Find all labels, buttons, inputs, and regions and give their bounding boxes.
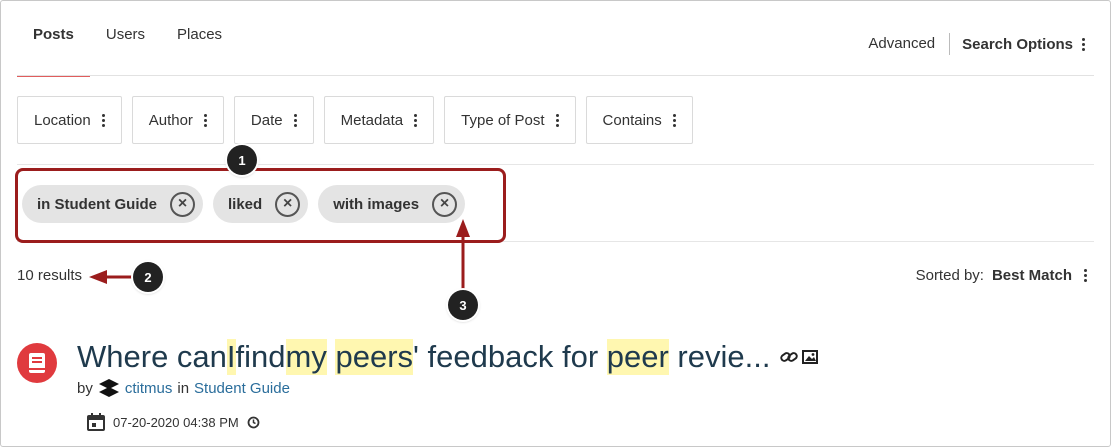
search-results-panel: Posts Users Places Advanced Search Optio… [0, 0, 1111, 447]
title-text: revie... [668, 339, 771, 374]
result-meta: 07-20-2020 04:38 PM [87, 413, 260, 431]
post-date: 07-20-2020 04:38 PM [113, 414, 239, 430]
place-link[interactable]: Student Guide [194, 380, 290, 397]
book-icon [17, 343, 57, 383]
title-highlight: peer [606, 339, 669, 375]
avatar-icon [98, 379, 119, 397]
result-byline: by ctitmus in Student Guide [77, 378, 290, 398]
title-icons [780, 350, 819, 364]
callout-marker: 3 [448, 290, 478, 320]
title-highlight: peers [335, 339, 414, 375]
by-label: by [77, 379, 93, 397]
title-text: Where can [77, 339, 227, 374]
image-icon [802, 350, 819, 364]
title-highlight: my [285, 339, 327, 375]
results-count: 10 results [17, 267, 83, 284]
title-text: ' feedback for [413, 339, 607, 374]
in-label: in [177, 379, 190, 397]
title-text [327, 339, 336, 375]
title-text: find [235, 339, 286, 374]
callout-marker: 1 [227, 145, 257, 175]
result-title-link[interactable]: Where can I find my peers ' feedback for … [77, 339, 819, 375]
sort-value: Best Match [991, 267, 1072, 284]
calendar-icon [87, 413, 105, 431]
callout-marker: 2 [133, 262, 163, 292]
kebab-icon [1084, 269, 1087, 282]
link-icon [780, 352, 799, 362]
sort-label: Sorted by: [915, 267, 984, 284]
sort-control[interactable]: Sorted by: Best Match [916, 267, 1087, 284]
clock-icon [247, 416, 260, 428]
title-highlight: I [226, 339, 236, 375]
author-link[interactable]: ctitmus [125, 380, 173, 397]
